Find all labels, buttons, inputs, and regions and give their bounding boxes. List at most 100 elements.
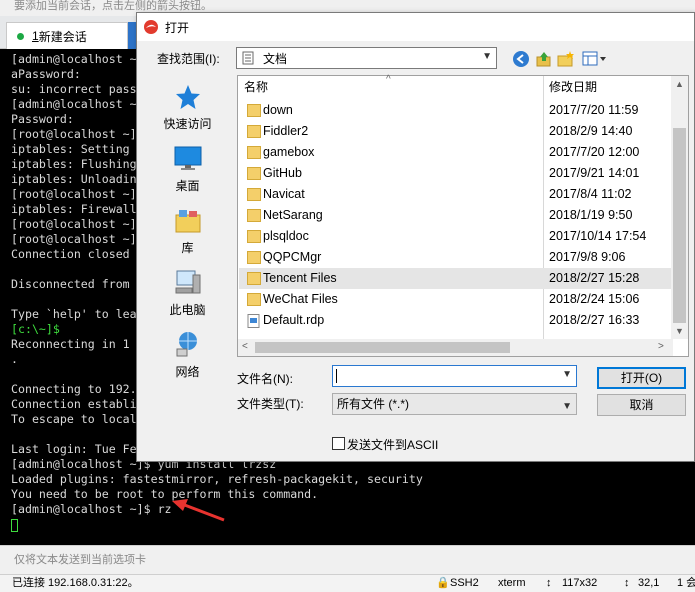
status-bar: 已连接 192.168.0.31:22。 🔒 SSH2 xterm ↕ 117x… xyxy=(0,574,695,592)
dialog-title: 打开 xyxy=(165,21,190,35)
place-this-pc[interactable]: 此电脑 xyxy=(149,269,226,318)
dialog-titlebar[interactable]: 打开 xyxy=(137,13,694,41)
send-ascii-checkbox[interactable] xyxy=(332,437,345,450)
column-header-name-label: 名称 xyxy=(244,80,269,94)
look-in-combo[interactable]: 文档 ▼ xyxy=(236,47,497,69)
place-network[interactable]: 网络 xyxy=(149,331,226,380)
view-menu-icon[interactable] xyxy=(582,50,608,68)
terminal-line: Disconnected from xyxy=(11,277,137,291)
file-name: WeChat Files xyxy=(263,292,338,306)
place-label: 库 xyxy=(181,241,194,255)
file-row[interactable]: GitHub 2017/9/21 14:01 xyxy=(239,163,671,184)
file-name-label: 文件名(N): xyxy=(237,372,293,386)
scroll-right-icon[interactable]: > xyxy=(658,341,664,352)
file-row[interactable]: plsqldoc 2017/10/14 17:54 xyxy=(239,226,671,247)
terminal-line: Reconnecting in 1 xyxy=(11,337,137,351)
cancel-button[interactable]: 取消 xyxy=(597,394,686,416)
file-name: Fiddler2 xyxy=(263,124,309,138)
file-name: Tencent Files xyxy=(263,271,337,285)
terminal-line: Last login: Tue Fe xyxy=(11,442,137,456)
file-date: 2018/2/24 15:06 xyxy=(549,292,640,306)
terminal-line: Password: xyxy=(11,112,74,126)
scroll-down-icon[interactable]: ▼ xyxy=(675,326,684,336)
folder-icon xyxy=(247,272,261,285)
file-date: 2017/9/21 14:01 xyxy=(549,166,640,180)
up-folder-icon[interactable] xyxy=(535,50,553,68)
session-tab[interactable]: 1 新建会话 xyxy=(6,22,128,49)
file-name: gamebox xyxy=(263,145,315,159)
terminal-line: aPassword: xyxy=(11,67,81,81)
scroll-left-icon[interactable]: < xyxy=(242,341,248,352)
place-quick-access[interactable]: 快速访问 xyxy=(149,83,226,132)
star-icon xyxy=(175,85,200,109)
terminal-line: Loaded plugins: fastestmirror, refresh-p… xyxy=(11,472,423,486)
vertical-scrollbar[interactable]: ▲ ▼ xyxy=(671,76,688,339)
file-list[interactable]: 名称 ^ 修改日期 down 2017/7/20 11:59 Fiddler2 … xyxy=(237,74,689,357)
app-logo-icon xyxy=(144,20,158,34)
folder-icon xyxy=(247,125,261,138)
file-date: 2017/10/14 17:54 xyxy=(549,229,647,243)
open-button[interactable]: 打开(O) xyxy=(597,367,686,389)
place-library[interactable]: 库 xyxy=(149,207,226,256)
file-row[interactable]: Navicat 2017/8/4 11:02 xyxy=(239,184,671,205)
file-row[interactable]: Fiddler2 2018/2/9 14:40 xyxy=(239,121,671,142)
column-header-modified[interactable]: 修改日期 xyxy=(549,76,597,98)
folder-icon xyxy=(247,146,261,159)
file-row-selected[interactable]: Tencent Files 2018/2/27 15:28 xyxy=(239,268,671,289)
file-type-value: 所有文件 (*.*) xyxy=(337,397,410,411)
file-type-select[interactable]: 所有文件 (*.*) ▼ xyxy=(332,393,577,415)
status-connection: 已连接 192.168.0.31:22。 xyxy=(12,577,139,589)
terminal-line: iptables: Flushing xyxy=(11,157,137,171)
back-arrow-icon[interactable] xyxy=(512,50,530,68)
terminal-line: [admin@localhost ~ xyxy=(11,52,137,66)
terminal-line: [admin@localhost ~]$ rz xyxy=(11,502,172,516)
file-row[interactable]: down 2017/7/20 11:59 xyxy=(239,100,671,121)
place-label: 网络 xyxy=(175,365,200,379)
place-desktop[interactable]: 桌面 xyxy=(149,145,226,194)
terminal-line: [root@localhost ~] xyxy=(11,127,137,141)
horizontal-scrollbar[interactable]: < > xyxy=(238,339,673,356)
file-name: NetSarang xyxy=(263,208,323,222)
look-in-label: 查找范围(I): xyxy=(157,52,220,66)
file-date: 2017/7/20 11:59 xyxy=(549,103,639,117)
chevron-down-icon: ▼ xyxy=(482,51,492,62)
column-header-modified-label: 修改日期 xyxy=(549,80,598,94)
open-file-dialog: 打开 查找范围(I): 文档 ▼ 快速访问 桌面 库 此电脑 网络 名称 ^ 修… xyxy=(136,12,695,462)
folder-icon xyxy=(247,230,261,243)
session-tab-label: 新建会话 xyxy=(38,29,87,44)
file-row[interactable]: NetSarang 2018/1/19 9:50 xyxy=(239,205,671,226)
file-name: plsqldoc xyxy=(263,229,309,243)
file-row[interactable]: QQPCMgr 2017/9/8 9:06 xyxy=(239,247,671,268)
file-row[interactable]: gamebox 2017/7/20 12:00 xyxy=(239,142,671,163)
scroll-up-icon[interactable]: ▲ xyxy=(675,79,684,89)
chevron-down-icon[interactable]: ▼ xyxy=(562,369,572,380)
file-name: QQPCMgr xyxy=(263,250,322,264)
terminal-line: su: incorrect pass xyxy=(11,82,137,96)
library-icon xyxy=(175,210,200,233)
file-name-input[interactable]: ▼ xyxy=(332,365,577,387)
vertical-scroll-thumb[interactable] xyxy=(673,128,686,323)
send-text-bar[interactable]: 仅将文本发送到当前选项卡 xyxy=(0,545,695,574)
chevron-down-icon: ▼ xyxy=(562,401,572,412)
terminal-line: [root@localhost ~] xyxy=(11,187,137,201)
caret-position-icon: ↕ xyxy=(624,577,630,589)
place-label: 桌面 xyxy=(175,179,200,193)
file-name: Default.rdp xyxy=(263,313,325,327)
app-hint-text: 要添加当前会话，点击左侧的箭头按钮。 xyxy=(14,0,212,12)
file-date: 2018/2/9 14:40 xyxy=(549,124,633,138)
terminal-line: [root@localhost ~] xyxy=(11,217,137,231)
file-row[interactable]: WeChat Files 2018/2/24 15:06 xyxy=(239,289,671,310)
folder-icon xyxy=(247,188,261,201)
file-row[interactable]: Default.rdp 2018/2/27 16:33 xyxy=(239,310,671,331)
places-bar: 快速访问 桌面 库 此电脑 网络 xyxy=(149,73,226,403)
new-folder-icon[interactable] xyxy=(557,50,575,68)
file-name: GitHub xyxy=(263,166,302,180)
send-ascii-label: 发送文件到ASCII xyxy=(347,438,439,452)
column-header-name[interactable]: 名称 xyxy=(244,76,268,98)
lock-icon: 🔒 xyxy=(436,577,450,589)
place-label: 快速访问 xyxy=(163,117,212,131)
file-date: 2017/8/4 11:02 xyxy=(549,187,632,201)
status-position: 32,1 xyxy=(638,577,660,589)
horizontal-scroll-thumb[interactable] xyxy=(255,342,510,353)
file-date: 2018/1/19 9:50 xyxy=(549,208,633,222)
